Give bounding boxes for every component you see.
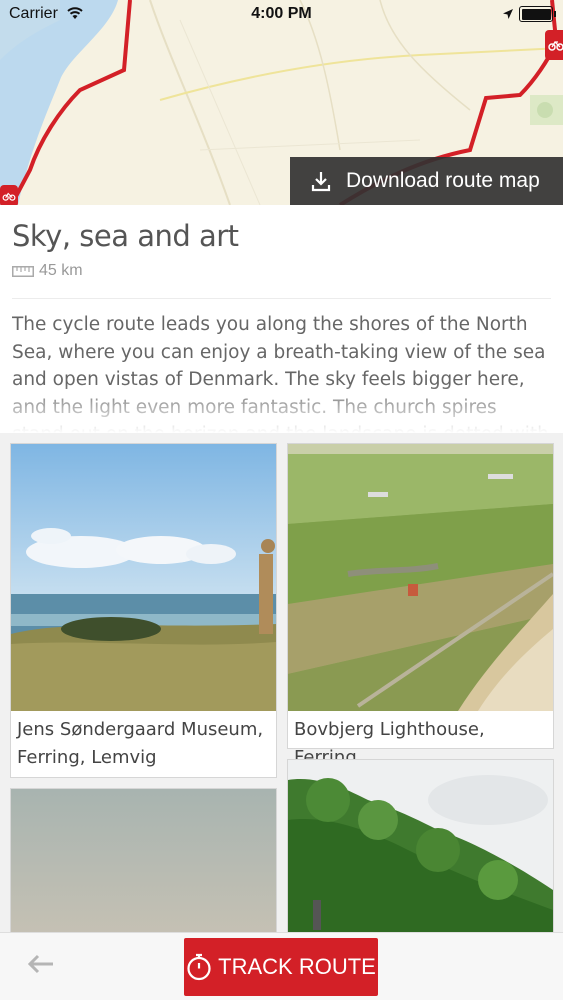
status-bar: Carrier 4:00 PM <box>0 0 563 30</box>
place-photo <box>11 789 276 933</box>
places-grid[interactable]: Jens Søndergaard Museum, Ferring, Lemvig… <box>0 433 563 933</box>
route-map[interactable]: Carrier 4:00 PM Download route map <box>0 0 563 205</box>
arrow-left-icon <box>27 954 55 979</box>
ruler-icon <box>12 265 34 277</box>
bottom-toolbar: TRACK ROUTE <box>0 932 563 1000</box>
track-route-label: TRACK ROUTE <box>218 954 376 979</box>
battery-icon <box>519 6 556 22</box>
distance-value: 45 km <box>39 262 83 279</box>
location-arrow-icon <box>502 7 514 25</box>
download-icon <box>310 170 332 192</box>
track-route-button[interactable]: TRACK ROUTE <box>184 938 378 996</box>
download-route-map-button[interactable]: Download route map <box>290 157 563 205</box>
place-card[interactable]: Jens Søndergaard Museum, Ferring, Lemvig <box>10 443 277 778</box>
back-button[interactable] <box>24 951 58 981</box>
download-route-map-label: Download route map <box>346 169 540 192</box>
place-photo <box>288 444 553 711</box>
bike-marker-icon[interactable] <box>0 185 18 205</box>
place-caption: Jens Søndergaard Museum, Ferring, Lemvig <box>17 719 264 768</box>
route-title: Sky, sea and art <box>12 219 239 253</box>
place-card[interactable]: Bovbjerg Lighthouse, Ferring <box>287 443 554 768</box>
place-card[interactable] <box>287 759 554 933</box>
route-description[interactable]: The cycle route leads you along the shor… <box>12 311 551 433</box>
place-photo <box>288 760 553 933</box>
description-fade <box>12 383 551 433</box>
place-card[interactable] <box>10 788 277 933</box>
divider <box>12 298 551 299</box>
clock: 4:00 PM <box>251 5 312 22</box>
place-photo <box>11 444 276 711</box>
route-distance: 45 km <box>12 262 83 280</box>
bike-marker-icon[interactable] <box>545 30 563 60</box>
stopwatch-icon <box>186 953 212 981</box>
